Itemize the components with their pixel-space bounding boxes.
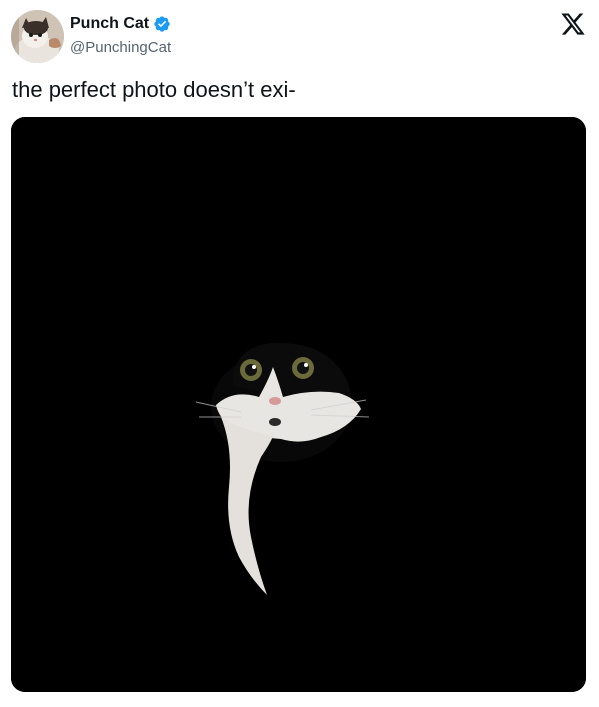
cat-photo-image	[11, 117, 586, 692]
tweet-text: the perfect photo doesn’t exi-	[12, 77, 296, 102]
cat-avatar-icon	[11, 10, 64, 63]
author-avatar[interactable]	[11, 10, 64, 63]
display-name-row: Punch Cat	[70, 13, 171, 35]
tweet-photo[interactable]	[11, 117, 586, 692]
author-handle[interactable]: @PunchingCat	[70, 38, 171, 58]
verified-badge-icon	[153, 15, 171, 33]
x-logo-icon[interactable]	[560, 11, 586, 37]
author-info: Punch Cat @PunchingCat	[70, 13, 171, 58]
display-name[interactable]: Punch Cat	[70, 13, 149, 35]
tweet-card: Punch Cat @PunchingCat the perfect photo…	[0, 0, 599, 707]
